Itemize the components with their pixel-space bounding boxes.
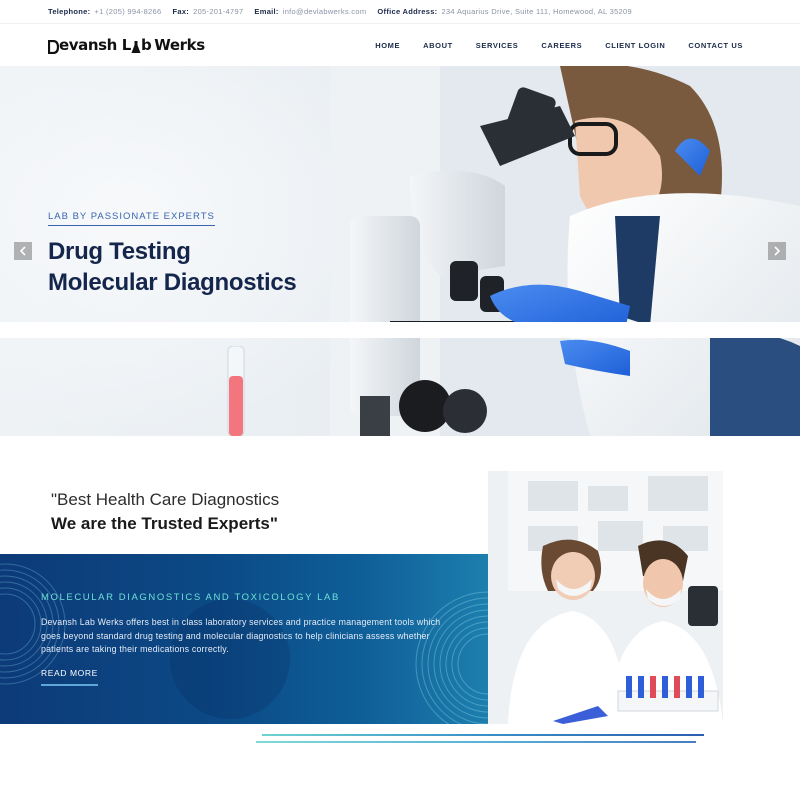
telephone-label: Telephone: bbox=[48, 7, 91, 16]
read-more-link[interactable]: READ MORE bbox=[41, 668, 98, 686]
contact-info-bar: Telephone: +1 (205) 994-8266 Fax: 205-201-… bbox=[0, 0, 800, 24]
slider-prev-button[interactable] bbox=[14, 242, 32, 260]
hero-eyebrow: LAB BY PASSIONATE EXPERTS bbox=[48, 211, 215, 226]
quote-line2: We are the Trusted Experts" bbox=[51, 514, 278, 533]
hero-scientist-microscope-image bbox=[330, 66, 800, 436]
telephone-link[interactable]: +1 (205) 994-8266 bbox=[94, 7, 161, 16]
tagline-quote: "Best Health Care Diagnostics We are the… bbox=[51, 488, 279, 536]
logo-text-left: evansh L bbox=[59, 36, 131, 54]
address-info: Office Address: 234 Aquarius Drive, Suite… bbox=[377, 7, 632, 16]
logo-d-icon bbox=[48, 40, 59, 54]
scientists-lab-image bbox=[488, 471, 723, 724]
nav-about[interactable]: ABOUT bbox=[423, 41, 453, 50]
nav-contact-us[interactable]: CONTACT US bbox=[688, 41, 743, 50]
telephone-info: Telephone: +1 (205) 994-8266 bbox=[48, 7, 161, 16]
panel-description: Devansh Lab Werks offers best in class l… bbox=[41, 617, 441, 654]
hero-title-line1: Drug Testing bbox=[48, 238, 191, 265]
nav-home[interactable]: HOME bbox=[375, 41, 400, 50]
logo-text-mid: b bbox=[140, 36, 152, 54]
nav-careers[interactable]: CAREERS bbox=[541, 41, 582, 50]
nav-services[interactable]: SERVICES bbox=[476, 41, 519, 50]
lab-info-panel: MOLECULAR DIAGNOSTICS AND TOXICOLOGY LAB… bbox=[0, 554, 488, 724]
site-header: evansh L b Werks HOME ABOUT SERVICES CAR… bbox=[0, 24, 800, 66]
main-navigation: HOME ABOUT SERVICES CAREERS CLIENT LOGIN… bbox=[375, 41, 743, 50]
hero-divider-band bbox=[0, 322, 800, 338]
hero-title-line2: Molecular Diagnostics bbox=[48, 269, 297, 296]
logo-wordmark: evansh L b Werks bbox=[48, 36, 205, 54]
address-text: 234 Aquarius Drive, Suite 111, Homewood,… bbox=[441, 7, 632, 16]
fax-label: Fax: bbox=[172, 7, 190, 16]
chevron-left-icon bbox=[19, 246, 26, 256]
panel-heading: MOLECULAR DIAGNOSTICS AND TOXICOLOGY LAB bbox=[41, 592, 340, 603]
site-logo[interactable]: evansh L b Werks bbox=[48, 36, 205, 54]
decorative-line-bottom bbox=[256, 741, 696, 743]
logo-flask-icon bbox=[131, 41, 141, 53]
hero-slider: LAB BY PASSIONATE EXPERTS Drug Testing M… bbox=[0, 66, 800, 436]
fax-info: Fax: 205-201-4797 bbox=[172, 7, 243, 16]
slider-next-button[interactable] bbox=[768, 242, 786, 260]
email-label: Email: bbox=[254, 7, 279, 16]
address-label: Office Address: bbox=[377, 7, 438, 16]
decorative-line-top bbox=[262, 734, 704, 736]
quote-line1: "Best Health Care Diagnostics bbox=[51, 490, 280, 509]
test-tube-image bbox=[227, 346, 245, 436]
hero-caption: LAB BY PASSIONATE EXPERTS Drug Testing M… bbox=[48, 206, 297, 298]
logo-text-right: Werks bbox=[154, 36, 205, 54]
fax-number: 205-201-4797 bbox=[193, 7, 244, 16]
email-info: Email: info@devlabwerks.com bbox=[254, 7, 366, 16]
email-link[interactable]: info@devlabwerks.com bbox=[283, 7, 367, 16]
hero-title: Drug Testing Molecular Diagnostics bbox=[48, 236, 297, 298]
chevron-right-icon bbox=[774, 246, 781, 256]
nav-client-login[interactable]: CLIENT LOGIN bbox=[605, 41, 665, 50]
